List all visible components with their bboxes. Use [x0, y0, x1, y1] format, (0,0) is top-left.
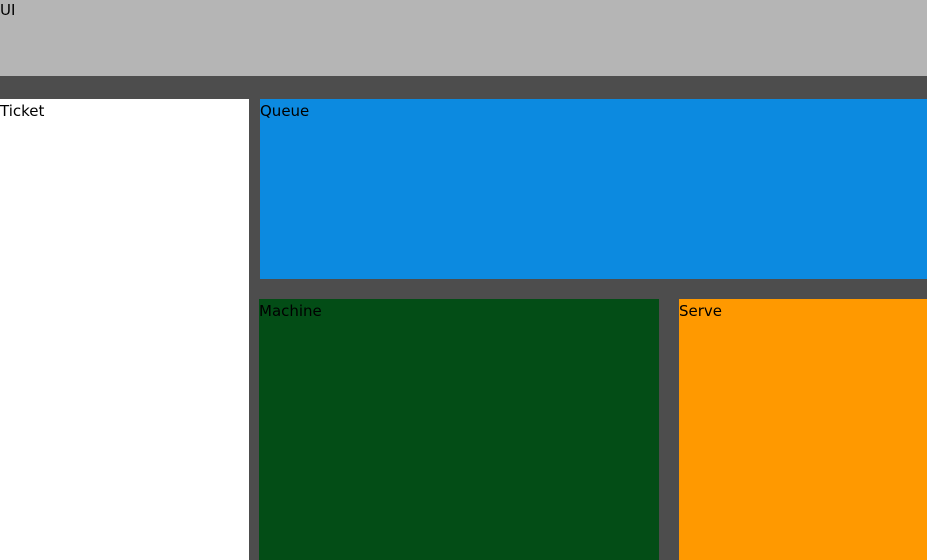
queue-panel: Queue: [260, 99, 927, 279]
machine-panel: Machine: [259, 299, 659, 560]
ui-panel-label: UI: [0, 1, 16, 19]
serve-panel-label: Serve: [679, 302, 723, 320]
machine-panel-label: Machine: [259, 302, 322, 320]
ticket-panel-label: Ticket: [0, 102, 45, 120]
queue-panel-label: Queue: [260, 102, 310, 120]
ticket-panel: Ticket: [0, 99, 249, 560]
ui-panel: UI: [0, 0, 927, 76]
serve-panel: Serve: [679, 299, 927, 560]
